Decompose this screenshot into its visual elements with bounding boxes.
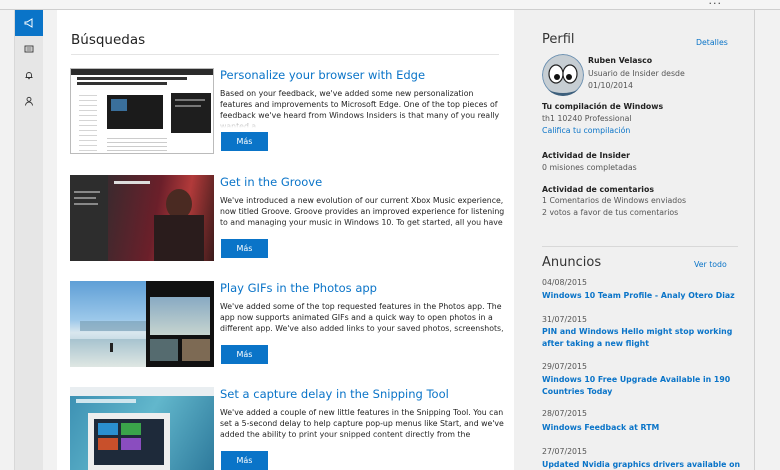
feed-card: Personalize your browser with Edge Based… [70, 68, 510, 168]
more-options-icon[interactable]: ... [709, 0, 723, 7]
card-title[interactable]: Play GIFs in the Photos app [220, 281, 377, 295]
card-description: We've added some of the top requested fe… [220, 301, 505, 341]
comments-votes: 2 votos a favor de tus comentarios [542, 208, 679, 217]
divider [542, 246, 738, 247]
build-value: th1 10240 Professional [542, 114, 632, 123]
card-thumbnail-snipping [70, 387, 214, 470]
insider-since: Usuario de Insider desde 01/10/2014 [588, 68, 728, 92]
card-thumbnail-groove [70, 175, 214, 261]
details-link[interactable]: Detalles [696, 38, 728, 47]
insider-activity-value: 0 misiones completadas [542, 163, 637, 172]
card-title[interactable]: Set a capture delay in the Snipping Tool [220, 387, 449, 401]
nav-item-notifications[interactable] [15, 62, 43, 88]
announcement-link[interactable]: Windows Feedback at RTM [542, 422, 742, 434]
announcements-heading: Anuncios [542, 255, 602, 270]
card-title[interactable]: Get in the Groove [220, 175, 322, 189]
title-bar: ... [0, 0, 780, 10]
feed-card: Get in the Groove We've introduced a new… [70, 175, 510, 275]
nav-rail [15, 10, 43, 470]
news-icon [24, 45, 34, 53]
see-all-link[interactable]: Ver todo [694, 260, 727, 269]
more-button[interactable]: Más [221, 132, 268, 151]
right-sidebar: Perfil Detalles Ruben Velasco Usuario de… [514, 10, 754, 470]
card-title[interactable]: Personalize your browser with Edge [220, 68, 425, 82]
profile-heading: Perfil [542, 32, 575, 47]
page-title: Búsquedas [71, 32, 146, 48]
more-button[interactable]: Más [221, 239, 268, 258]
card-description: We've added a couple of new little featu… [220, 407, 505, 447]
insider-since-date: 01/10/2014 [588, 81, 633, 90]
avatar [542, 54, 584, 96]
window-right-edge [754, 10, 780, 470]
announcement-date: 04/08/2015 [542, 278, 587, 287]
divider [71, 54, 499, 55]
megaphone-icon [24, 18, 33, 28]
window-left-edge [0, 10, 15, 470]
announcement-link[interactable]: Windows 10 Free Upgrade Available in 190… [542, 374, 742, 398]
nav-item-news[interactable] [15, 36, 43, 62]
comments-sent: 1 Comentarios de Windows enviados [542, 196, 687, 205]
feed-card: Play GIFs in the Photos app We've added … [70, 281, 510, 381]
user-name: Ruben Velasco [588, 56, 653, 65]
person-icon [25, 96, 33, 106]
rate-build-link[interactable]: Califica tu compilación [542, 126, 630, 135]
nav-item-feedback[interactable] [15, 10, 43, 36]
main-feed: Búsquedas Personalize your browser with … [57, 10, 514, 470]
card-thumbnail-edge [70, 68, 214, 154]
bell-icon [25, 72, 33, 80]
nav-item-profile[interactable] [15, 88, 43, 114]
more-button[interactable]: Más [221, 451, 268, 470]
card-description: Based on your feedback, we've added some… [220, 88, 505, 128]
announcement-date: 31/07/2015 [542, 315, 587, 324]
announcement-date: 29/07/2015 [542, 362, 587, 371]
insider-since-label: Usuario de Insider desde [588, 69, 685, 78]
announcement-link[interactable]: Updated Nvidia graphics drivers availabl… [542, 459, 742, 470]
announcement-link[interactable]: PIN and Windows Hello might stop working… [542, 326, 742, 350]
announcement-date: 28/07/2015 [542, 409, 587, 418]
card-thumbnail-photos [70, 281, 214, 367]
announcement-link[interactable]: Windows 10 Team Profile - Analy Otero Di… [542, 290, 742, 302]
feed-card: Set a capture delay in the Snipping Tool… [70, 387, 510, 470]
comments-activity-label: Actividad de comentarios [542, 185, 654, 194]
card-description: We've introduced a new evolution of our … [220, 195, 505, 235]
more-button[interactable]: Más [221, 345, 268, 364]
build-label: Tu compilación de Windows [542, 102, 664, 111]
announcement-date: 27/07/2015 [542, 447, 587, 456]
insider-activity-label: Actividad de Insider [542, 151, 631, 160]
